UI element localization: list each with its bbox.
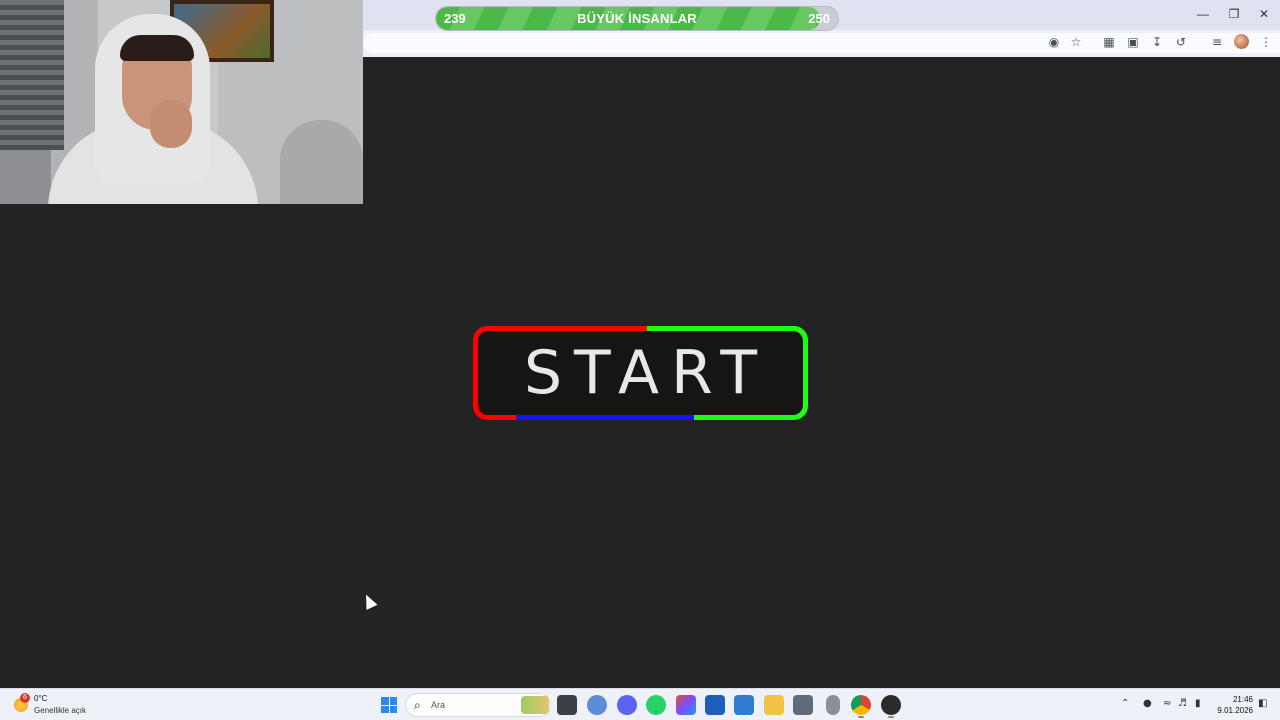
search-highlight-icon: [521, 696, 549, 714]
folder-app[interactable]: [764, 695, 784, 715]
volume-icon[interactable]: ♬: [1178, 698, 1187, 709]
windows-start-icon[interactable]: [381, 697, 397, 713]
download-icon[interactable]: ↧: [1148, 34, 1166, 50]
window-blinds: [0, 0, 64, 150]
obs-app[interactable]: [881, 695, 901, 718]
running-indicator: [888, 716, 894, 718]
screen: — ❐ ✕ ◉ ☆ ▦ ▣ ↧ ↺ ≡ ⋮ 239 BÜYÜK İNSANLAR…: [0, 0, 1280, 720]
minimize-icon[interactable]: —: [1193, 6, 1213, 22]
copilot-app[interactable]: [587, 695, 607, 715]
person-hand: [150, 100, 192, 148]
weather-description[interactable]: Genellikle açık: [34, 706, 86, 715]
chrome-app[interactable]: [851, 695, 871, 718]
battery-icon[interactable]: ▮: [1195, 698, 1201, 709]
start-button-label: START: [523, 338, 770, 408]
whatsapp-app[interactable]: [646, 695, 666, 715]
search-icon: ⌕: [414, 698, 421, 712]
translate-icon[interactable]: ▦: [1100, 34, 1118, 50]
microphone-icon[interactable]: ●: [1143, 698, 1152, 709]
goal-title: BÜYÜK İNSANLAR: [577, 11, 697, 26]
store-app[interactable]: [705, 695, 725, 715]
goal-target-count: 250: [808, 11, 830, 26]
wifi-icon[interactable]: ≈: [1163, 698, 1171, 709]
address-bar[interactable]: [363, 33, 1280, 53]
wall-shadow: [280, 120, 363, 204]
notification-icon[interactable]: ◧: [1258, 698, 1267, 709]
profile-avatar[interactable]: [1234, 34, 1249, 49]
clock-time[interactable]: 21:46: [1231, 695, 1253, 704]
running-indicator: [858, 716, 864, 718]
person-hair: [120, 35, 194, 61]
chevron-up-icon[interactable]: ⌃: [1121, 698, 1129, 709]
discord-app[interactable]: [617, 695, 637, 715]
photos-app[interactable]: [734, 695, 754, 715]
start-button-inner: START: [478, 331, 803, 415]
goal-progress-bar: 239 BÜYÜK İNSANLAR 250: [435, 6, 839, 31]
start-game-button[interactable]: START: [473, 326, 808, 420]
eye-off-icon[interactable]: ◉: [1045, 34, 1063, 50]
star-icon[interactable]: ☆: [1067, 34, 1085, 50]
clock-date[interactable]: 9.01.2026: [1213, 706, 1253, 715]
calculator-app[interactable]: [793, 695, 813, 715]
webcam-overlay: [0, 0, 363, 204]
tab-search-icon[interactable]: ≡: [1208, 34, 1226, 50]
office-app[interactable]: [676, 695, 696, 715]
extensions-icon[interactable]: ▣: [1124, 34, 1142, 50]
taskbar-search[interactable]: ⌕ Ara: [405, 693, 551, 717]
weather-temperature[interactable]: 0°C: [34, 694, 47, 703]
mouse-cursor: [360, 592, 378, 610]
history-icon[interactable]: ↺: [1172, 34, 1190, 50]
file-explorer-app[interactable]: [557, 695, 577, 715]
taskbar: 6 0°C Genellikle açık ⌕ Ara ⌃ ● ≈ ♬ ▮ 21…: [0, 688, 1280, 720]
mouse-app[interactable]: [826, 695, 840, 715]
restore-icon[interactable]: ❐: [1224, 6, 1244, 22]
close-icon[interactable]: ✕: [1254, 6, 1274, 22]
more-menu-icon[interactable]: ⋮: [1257, 34, 1275, 50]
search-placeholder: Ara: [431, 700, 446, 710]
weather-badge: 6: [20, 693, 30, 703]
